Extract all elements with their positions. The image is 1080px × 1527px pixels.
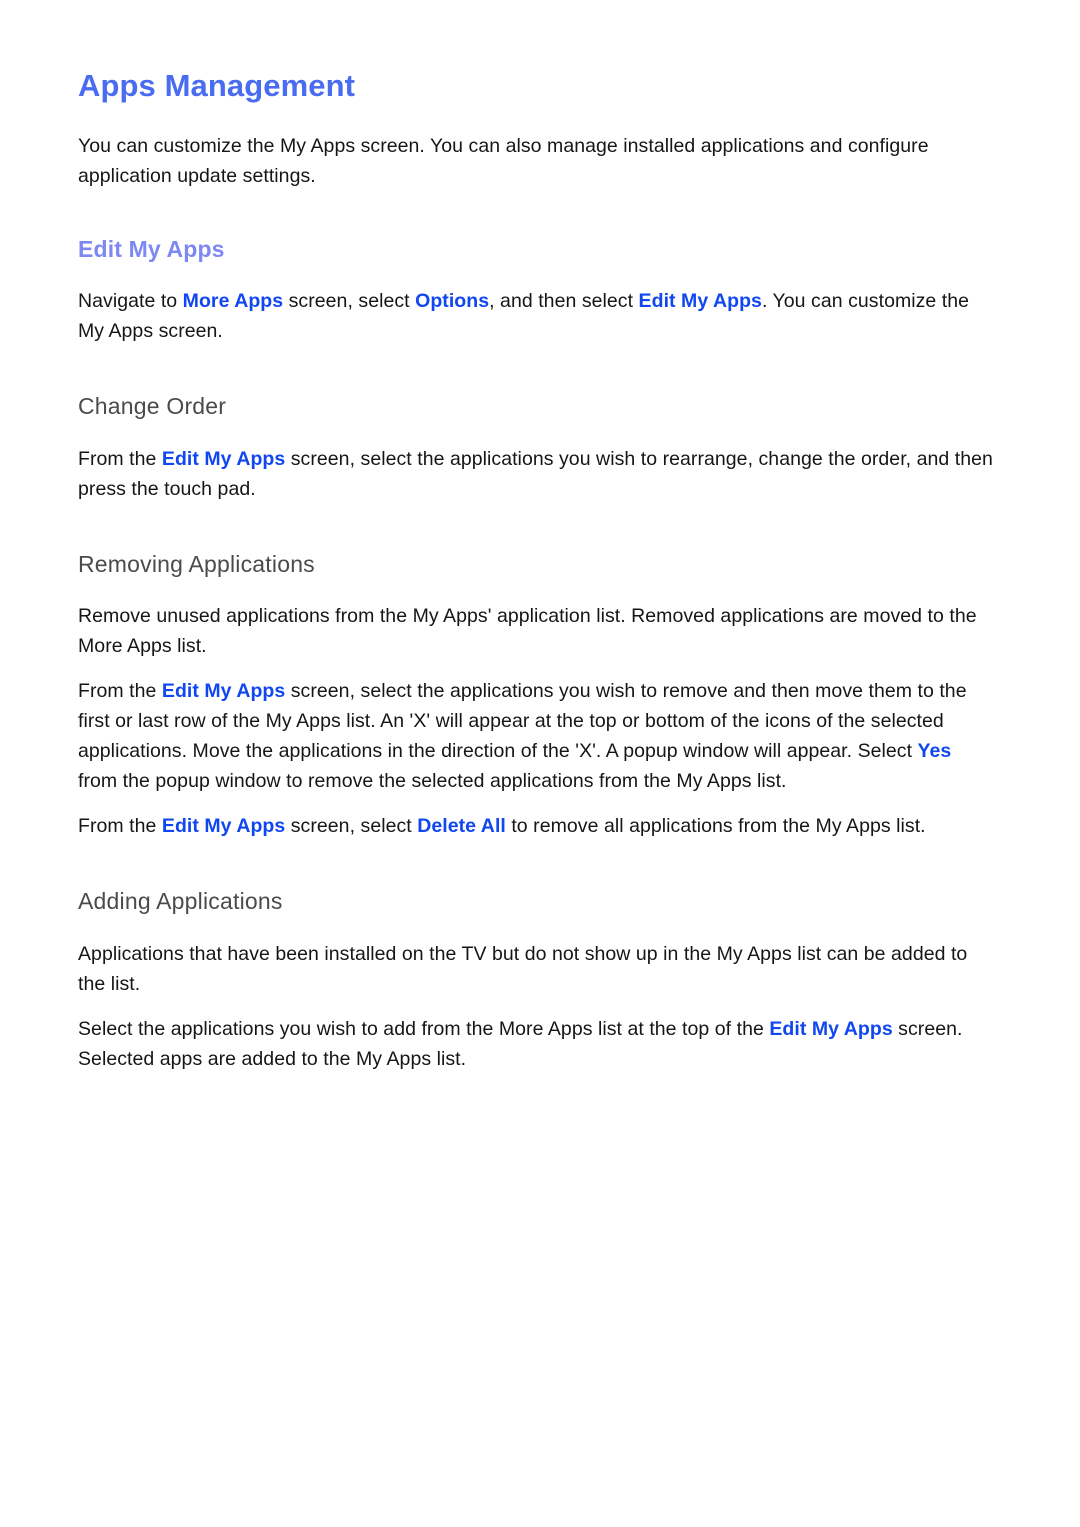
paragraph-text: screen, select <box>285 815 418 838</box>
body-paragraph: Remove unused applications from the My A… <box>78 578 993 661</box>
paragraph-text: from the popup window to remove the sele… <box>78 770 787 793</box>
body-paragraph: From the Edit My Apps screen, select Del… <box>78 796 993 841</box>
inline-link-edit-my-apps[interactable]: Edit My Apps <box>162 448 285 470</box>
inline-link-edit-my-apps[interactable]: Edit My Apps <box>639 290 762 312</box>
inline-link-options[interactable]: Options <box>415 290 489 312</box>
body-paragraph: Navigate to More Apps screen, select Opt… <box>78 263 993 346</box>
sub-heading-removing-applications: Removing Applications <box>78 550 315 577</box>
body-paragraph: From the Edit My Apps screen, select the… <box>78 661 993 796</box>
inline-link-edit-my-apps[interactable]: Edit My Apps <box>162 815 285 837</box>
paragraph-text: From the <box>78 680 162 703</box>
paragraph-text: Navigate to <box>78 290 183 313</box>
body-paragraph: From the Edit My Apps screen, select the… <box>78 421 993 504</box>
inline-link-edit-my-apps[interactable]: Edit My Apps <box>769 1018 892 1040</box>
subsection-adding-applications: Adding Applications Applications that hav… <box>78 841 993 1074</box>
paragraph-text: to remove all applications from the My A… <box>505 815 926 838</box>
inline-link-delete-all[interactable]: Delete All <box>417 815 506 837</box>
subsection-change-order: Change Order From the Edit My Apps screen… <box>78 346 993 504</box>
paragraph-text: From the <box>78 447 162 470</box>
paragraph-text: Select the applications you wish to add … <box>78 1018 770 1041</box>
paragraph-text: From the <box>78 815 162 838</box>
intro-paragraph: You can customize the My Apps screen. Yo… <box>78 134 929 187</box>
subsection-removing-applications: Removing Applications Remove unused appli… <box>78 504 993 842</box>
paragraph-text: Remove unused applications from the My A… <box>78 605 977 658</box>
inline-link-more-apps[interactable]: More Apps <box>183 290 283 312</box>
body-paragraph: Select the applications you wish to add … <box>78 999 993 1074</box>
page-title: Apps Management <box>78 68 356 103</box>
section-heading-edit-my-apps[interactable]: Edit My Apps <box>78 191 993 264</box>
paragraph-text: , and then select <box>489 290 639 313</box>
document-content: Apps Management You can customize the My… <box>78 0 993 1074</box>
paragraph-text: screen, select <box>283 290 416 313</box>
sub-heading-adding-applications: Adding Applications <box>78 888 283 915</box>
sections-container: Edit My Apps Navigate to More Apps screen… <box>78 191 993 1074</box>
inline-link-edit-my-apps[interactable]: Edit My Apps <box>162 680 285 702</box>
body-paragraph: Applications that have been installed on… <box>78 916 993 999</box>
document-page: Apps Management You can customize the My… <box>0 0 1080 1527</box>
paragraph-text: Applications that have been installed on… <box>78 943 968 996</box>
sub-heading-change-order: Change Order <box>78 393 227 420</box>
section-edit-my-apps: Edit My Apps Navigate to More Apps screen… <box>78 191 993 1074</box>
inline-link-yes[interactable]: Yes <box>918 740 952 762</box>
